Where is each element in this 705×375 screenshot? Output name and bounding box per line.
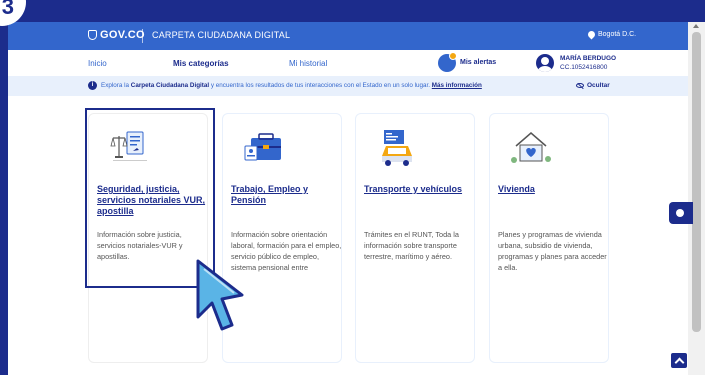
vertical-scrollbar[interactable] (688, 22, 705, 375)
vehicle-icon (382, 130, 412, 166)
category-card-vivienda[interactable]: Vivienda Planes y programas de vivienda … (489, 113, 609, 363)
main-nav: Inicio Mis categorías Mi historial Mis a… (8, 50, 688, 76)
scroll-thumb[interactable] (692, 32, 701, 332)
alerts-label[interactable]: Mis alertas (460, 59, 496, 66)
info-text-bold: Carpeta Ciudadana Digital (130, 82, 210, 89)
house-heart-icon (511, 132, 551, 163)
category-card-transporte[interactable]: Transporte y vehículos Trámites en el RU… (355, 113, 475, 363)
user-id: CC.1052416800 (560, 64, 608, 71)
user-name[interactable]: MARÍA BERDUGO (560, 55, 616, 62)
location-label: Bogotá D.C. (598, 31, 637, 38)
browser-viewport: GOV.CO CARPETA CIUDADANA DIGITAL Bogotá … (8, 22, 688, 375)
gov-shield-icon (88, 30, 97, 40)
info-banner: i Explora la Carpeta Ciudadana Digital y… (8, 76, 688, 96)
gov-logo[interactable]: GOV.CO (88, 29, 145, 41)
eye-off-icon (576, 83, 584, 88)
card-desc-transporte: Trámites en el RUNT, Toda la información… (364, 230, 459, 261)
gov-logo-text: GOV.CO (100, 29, 145, 41)
hide-banner-button[interactable]: Ocultar (576, 82, 610, 89)
nav-item-mi-historial[interactable]: Mi historial (289, 59, 327, 68)
portal-title: CARPETA CIUDADANA DIGITAL (152, 30, 291, 40)
info-icon: i (88, 81, 97, 90)
pointer-cursor-icon (196, 259, 244, 331)
location-pin-icon (586, 29, 597, 40)
gov-divider (142, 29, 143, 43)
card-title-trabajo-empleo[interactable]: Trabajo, Empleo y Pensión (231, 184, 343, 206)
step-number: 3 (1, 0, 14, 19)
location-selector[interactable]: Bogotá D.C. (586, 29, 637, 40)
info-text: Explora la Carpeta Ciudadana Digital y e… (101, 82, 482, 89)
gov-top-bar: GOV.CO CARPETA CIUDADANA DIGITAL Bogotá … (8, 22, 688, 50)
hide-banner-label: Ocultar (587, 82, 610, 89)
briefcase-icon (244, 133, 281, 161)
scroll-up-arrow-icon[interactable] (693, 24, 699, 28)
card-title-transporte[interactable]: Transporte y vehículos (364, 184, 476, 195)
nav-item-mis-categorias[interactable]: Mis categorías (173, 59, 229, 68)
floating-help-button[interactable] (669, 202, 693, 224)
nav-item-inicio[interactable]: Inicio (88, 59, 107, 68)
more-info-link[interactable]: Más información (432, 82, 482, 89)
scroll-to-top-button[interactable] (670, 352, 688, 369)
info-text-after: y encuentra los resultados de tus intera… (210, 82, 431, 89)
info-text-before: Explora la (101, 82, 130, 89)
card-desc-vivienda: Planes y programas de vivienda urbana, s… (498, 230, 607, 272)
card-title-vivienda[interactable]: Vivienda (498, 184, 610, 195)
user-avatar-icon[interactable] (536, 54, 554, 72)
alerts-notification-dot (449, 52, 457, 60)
